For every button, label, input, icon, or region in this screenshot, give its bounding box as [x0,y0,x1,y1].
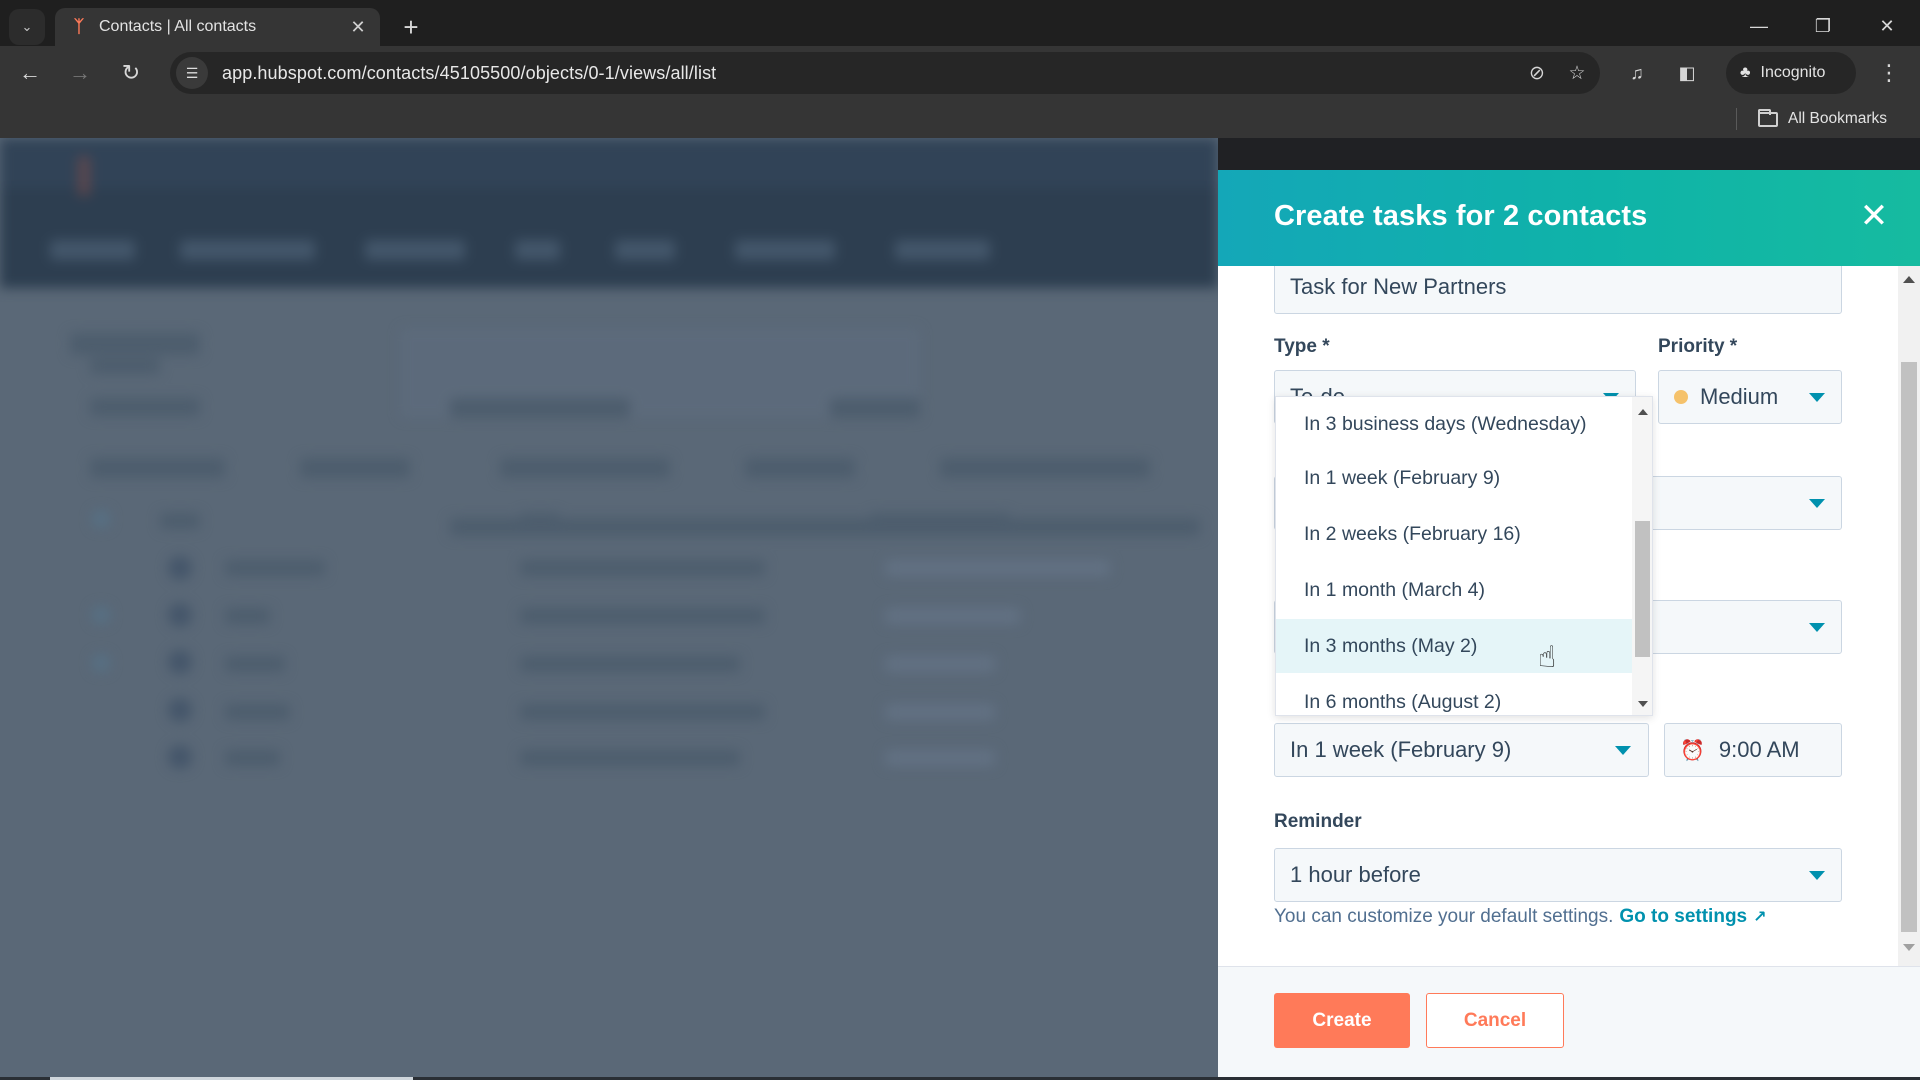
scrollbar-thumb[interactable] [1901,362,1917,932]
bookmarks-bar: All Bookmarks [0,98,1920,138]
minimize-button[interactable]: — [1736,8,1782,44]
dropdown-option-hovered[interactable]: In 3 months (May 2) [1276,619,1632,673]
go-to-settings-link[interactable]: Go to settings ↗ [1619,906,1766,927]
panel-footer: Create Cancel [1218,966,1920,1080]
window-close-button[interactable]: ✕ [1864,8,1910,44]
url-text[interactable]: app.hubspot.com/contacts/45105500/object… [222,63,1520,84]
settings-hint: You can customize your default settings.… [1274,906,1767,928]
scroll-down-arrow-icon[interactable] [1638,701,1648,707]
dropdown-option[interactable]: In 1 month (March 4) [1276,563,1632,617]
star-icon[interactable]: ☆ [1560,56,1594,90]
restore-icon: ❐ [1814,15,1832,36]
media-queue-icon[interactable]: ♫ [1620,56,1654,90]
dropdown-option[interactable]: In 1 week (February 9) [1276,451,1632,505]
reminder-select[interactable]: 1 hour before [1274,848,1842,902]
hubspot-nav [0,138,1218,288]
restore-button[interactable]: ❐ [1800,8,1846,44]
hint-text: You can customize your default settings. [1274,906,1614,927]
tune-icon: ☰ [185,64,199,81]
alarm-clock-icon: ⏰ [1680,739,1705,762]
incognito-profile-button[interactable]: ♣ Incognito [1726,52,1856,94]
page-background-overlay[interactable] [0,138,1218,1080]
close-icon: ✕ [350,16,366,37]
blurred-contacts-page [0,138,1218,1080]
cancel-button[interactable]: Cancel [1426,993,1564,1048]
plus-icon: + [403,11,419,42]
reminder-value: 1 hour before [1290,862,1421,887]
kebab-menu-icon: ⋮ [1878,60,1900,85]
panel-close-button[interactable]: ✕ [1854,196,1894,236]
reminder-label: Reminder [1274,811,1362,832]
priority-label: Priority * [1658,336,1738,357]
task-title-value: Task for New Partners [1290,274,1507,299]
scroll-up-arrow-icon[interactable] [1903,276,1915,283]
caret-down-icon [1615,746,1631,755]
site-info-button[interactable]: ☰ [176,57,208,89]
back-button[interactable]: ← [13,56,47,90]
tab-title: Contacts | All contacts [99,18,257,35]
hand-pointer-cursor-icon: ☝ [1538,641,1557,674]
chevron-down-icon: ⌄ [21,19,33,34]
reload-icon: ↻ [121,60,141,85]
forward-button[interactable]: → [63,56,97,90]
scroll-down-arrow-icon[interactable] [1903,944,1915,951]
dropdown-option[interactable]: In 2 weeks (February 16) [1276,507,1632,561]
dropdown-option[interactable]: In 6 months (August 2) [1276,675,1632,715]
scroll-up-arrow-icon[interactable] [1638,409,1648,415]
due-time-value: 9:00 AM [1718,737,1800,762]
type-label: Type * [1274,336,1330,357]
browser-tab-active[interactable]: ᛉ Contacts | All contacts ✕ [55,8,380,46]
due-time-input[interactable]: ⏰ 9:00 AM [1664,723,1842,777]
caret-down-icon [1809,393,1825,402]
external-link-icon: ↗ [1753,909,1767,926]
eye-off-icon[interactable]: ⊘ [1520,56,1554,90]
incognito-label: Incognito [1760,64,1826,81]
arrow-right-icon: → [69,60,91,85]
caret-down-icon [1809,871,1825,880]
caret-down-icon [1809,499,1825,508]
due-date-value: In 1 week (February 9) [1290,737,1512,762]
hubspot-logo [78,156,90,196]
tab-close-button[interactable]: ✕ [344,13,372,41]
dropdown-scrollbar[interactable] [1632,397,1652,715]
minimize-icon: — [1750,15,1768,36]
dropdown-option[interactable]: In 3 business days (Wednesday) [1276,397,1632,451]
priority-select[interactable]: Medium [1658,370,1842,424]
address-bar[interactable]: ☰ app.hubspot.com/contacts/45105500/obje… [170,52,1600,94]
panel-header: Create tasks for 2 contacts ✕ [1218,170,1920,266]
hubspot-sprocket-icon: ᛉ [73,17,85,36]
priority-dot-icon [1674,390,1688,404]
tab-search-button[interactable]: ⌄ [9,9,45,45]
task-title-input[interactable]: Task for New Partners [1274,266,1842,314]
bookmarks-divider [1736,108,1737,130]
create-button[interactable]: Create [1274,993,1410,1048]
browser-menu-button[interactable]: ⋮ [1872,56,1906,90]
new-tab-button[interactable]: + [396,12,426,42]
close-icon: ✕ [1859,197,1889,235]
side-panel-icon[interactable]: ◧ [1670,56,1704,90]
browser-tabstrip: ⌄ ᛉ Contacts | All contacts ✕ + — ❐ ✕ [0,0,1920,46]
reload-button[interactable]: ↻ [114,56,148,90]
folder-icon [1758,108,1778,127]
close-icon: ✕ [1879,15,1895,36]
priority-value: Medium [1700,384,1779,409]
all-bookmarks-button[interactable]: All Bookmarks [1758,106,1887,132]
scrollbar-thumb[interactable] [1635,521,1650,657]
arrow-left-icon: ← [19,60,41,85]
due-date-select[interactable]: In 1 week (February 9) [1274,723,1649,777]
all-bookmarks-label: All Bookmarks [1788,110,1888,127]
due-date-dropdown: In 3 business days (Wednesday) In 1 week… [1275,396,1653,716]
caret-down-icon [1809,623,1825,632]
incognito-icon: ♣ [1740,64,1751,81]
panel-scrollbar[interactable] [1898,266,1920,966]
panel-title: Create tasks for 2 contacts [1274,200,1648,232]
browser-toolbar: ← → ↻ ☰ app.hubspot.com/contacts/4510550… [0,46,1920,98]
